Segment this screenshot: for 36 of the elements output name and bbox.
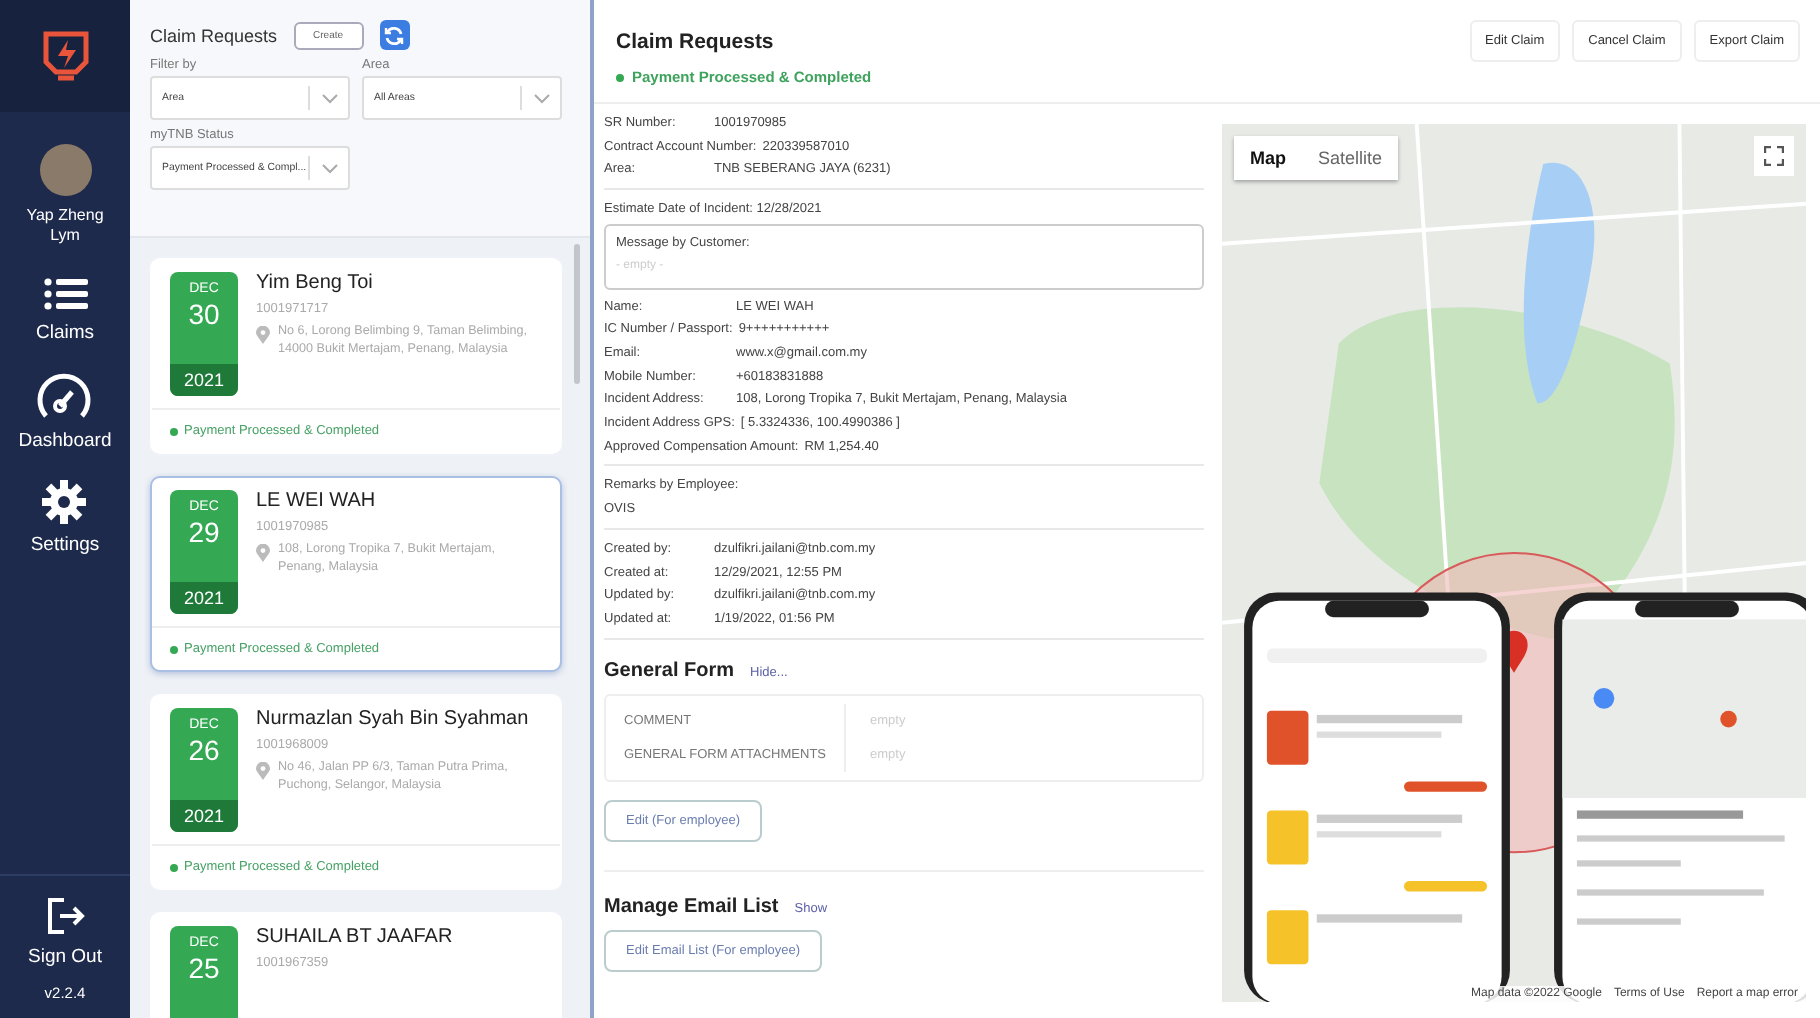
status-dot: [170, 427, 178, 435]
refresh-icon: [384, 25, 405, 45]
location-pin-icon: [256, 326, 270, 344]
chevron-down-icon: [322, 163, 338, 173]
status-dot: [170, 863, 178, 871]
logo-icon: [39, 28, 91, 84]
user-name: Yap Zheng Lym: [24, 206, 106, 248]
section-title: Manage Email List: [604, 895, 779, 918]
map-type-tab[interactable]: Map: [1234, 136, 1302, 180]
refresh-button[interactable]: [379, 20, 410, 50]
nav-item[interactable]: Dashboard: [18, 371, 112, 452]
status-dot: [170, 645, 178, 653]
status-dot: [616, 73, 624, 81]
fullscreen-icon: [1764, 146, 1784, 166]
map-type-tab[interactable]: Satellite: [1302, 136, 1399, 180]
claimant-name: LE WEI WAH: [256, 490, 378, 512]
gauge-icon: [36, 371, 93, 420]
gear-icon: [42, 479, 87, 524]
sign-out-icon: [45, 896, 85, 936]
claimant-name: Nurmazlan Syah Bin Syahman: [256, 708, 531, 730]
claimant-name: Yim Beng Toi: [256, 272, 375, 294]
nav-item[interactable]: Claims: [35, 275, 95, 344]
panel-title: Claim Requests: [150, 25, 278, 45]
sign-out-button[interactable]: Sign Out: [28, 896, 102, 968]
location-pin-icon: [256, 762, 270, 780]
chevron-down-icon: [322, 93, 338, 103]
section-title: General Form: [604, 659, 735, 682]
location-pin-icon: [256, 544, 270, 562]
chevron-down-icon: [534, 93, 550, 103]
list-icon: [43, 275, 87, 312]
avatar: [39, 144, 91, 196]
claimant-name: SUHAILA BT JAAFAR: [256, 926, 453, 948]
fullscreen-button[interactable]: [1754, 136, 1794, 176]
scrollbar[interactable]: [574, 244, 580, 384]
page-title: Claim Requests: [616, 30, 776, 54]
nav-item[interactable]: Settings: [30, 479, 100, 556]
